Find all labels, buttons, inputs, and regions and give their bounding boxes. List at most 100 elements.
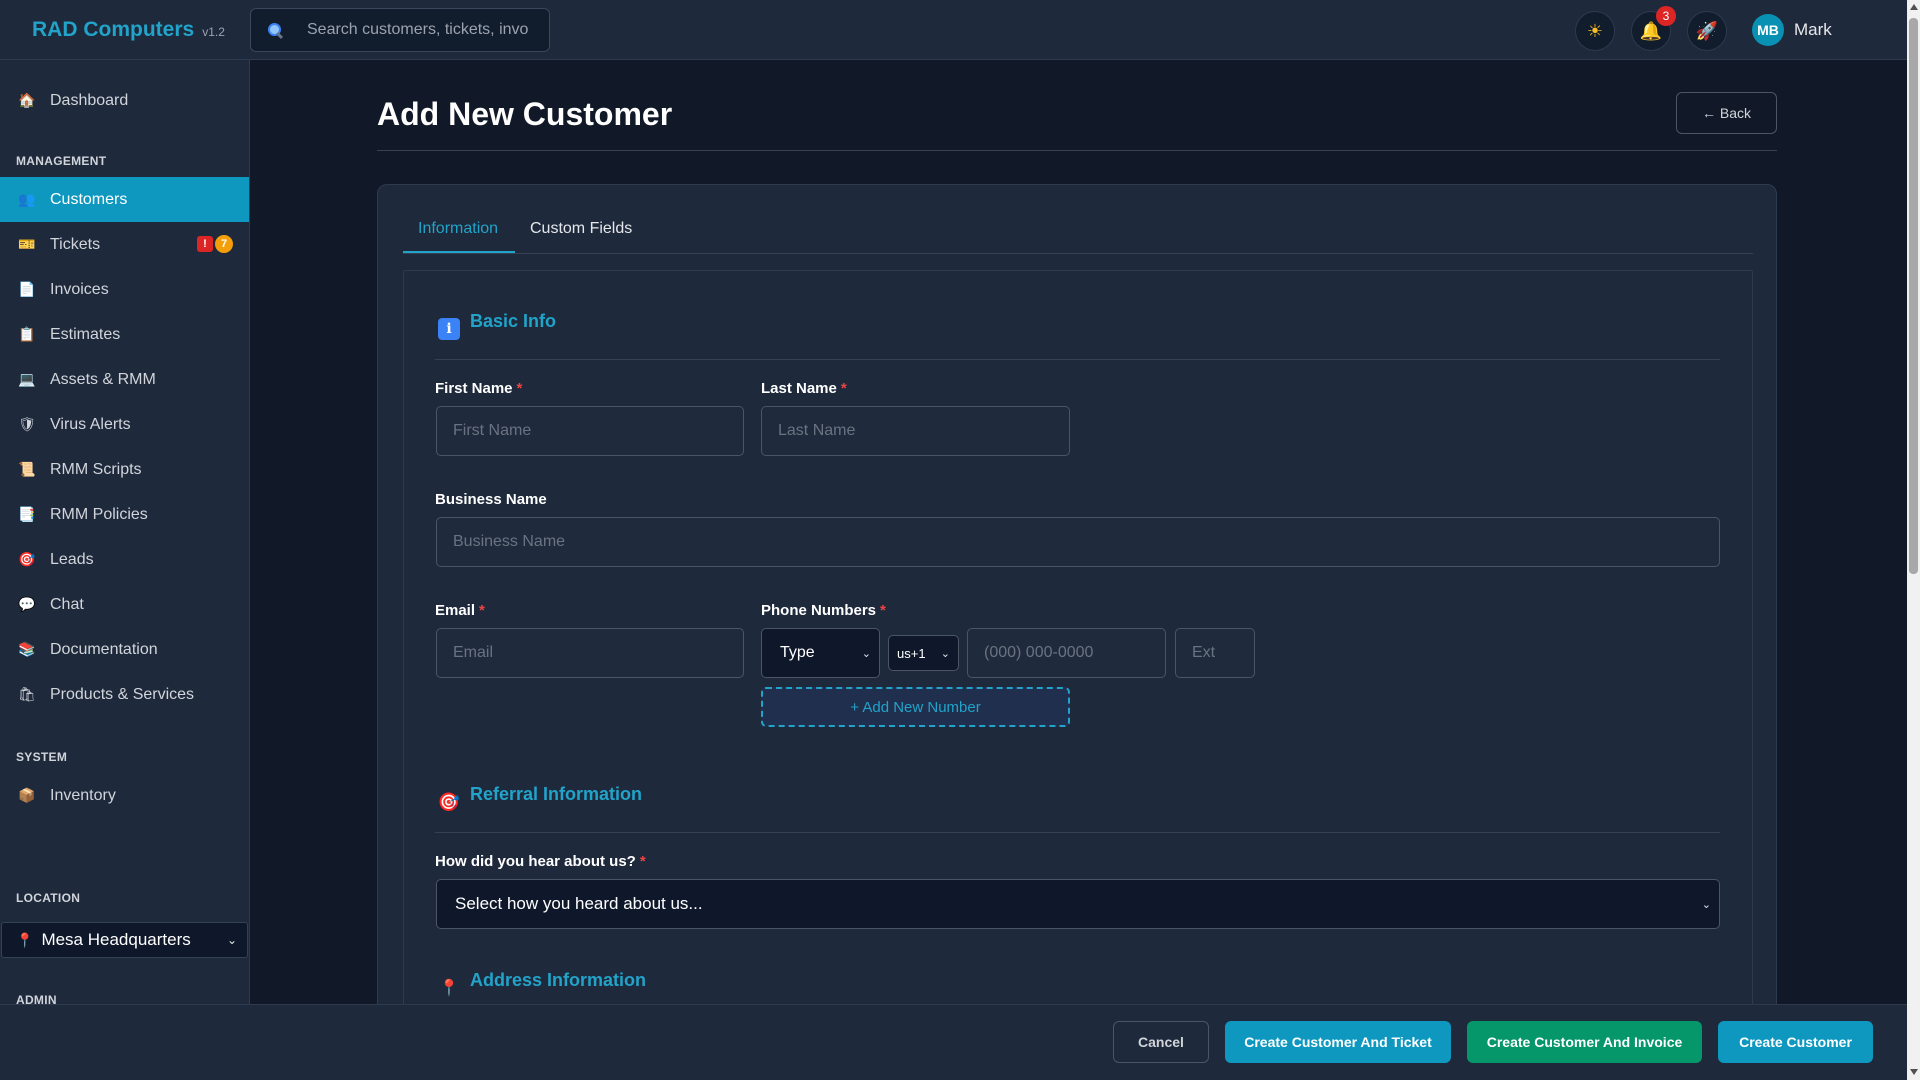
required-mark: *: [880, 602, 886, 619]
add-new-number-button[interactable]: + Add New Number: [761, 687, 1070, 727]
divider: [435, 359, 1720, 360]
create-customer-and-ticket-button[interactable]: Create Customer And Ticket: [1225, 1021, 1451, 1063]
phone-country-select[interactable]: us+1 ⌄: [888, 635, 959, 671]
first-name-label: First Name *: [435, 380, 522, 397]
label-text: First Name: [435, 380, 513, 397]
sidebar: 🏠 Dashboard MANAGEMENT 👥 Customers 🎫 Tic…: [0, 60, 250, 1004]
sidebar-item-label: Inventory: [50, 786, 116, 804]
pin-icon: 📍: [16, 931, 34, 948]
referral-source-value: Select how you heard about us...: [455, 894, 703, 913]
sidebar-item-leads[interactable]: 🎯 Leads: [0, 537, 249, 582]
ticket-icon: 🎫: [18, 236, 36, 252]
scroll-up-arrow-icon[interactable]: [1910, 4, 1918, 10]
notification-count-badge: 3: [1656, 6, 1676, 26]
sidebar-item-label: Tickets: [50, 235, 101, 253]
sidebar-section-system: SYSTEM: [16, 750, 68, 764]
last-name-field[interactable]: [761, 406, 1070, 456]
page-title: Add New Customer: [377, 96, 673, 132]
cancel-button[interactable]: Cancel: [1113, 1021, 1209, 1063]
sidebar-item-rmm-policies[interactable]: 📑 RMM Policies: [0, 492, 249, 537]
quick-launch-button[interactable]: 🚀: [1687, 11, 1727, 51]
info-icon: i: [438, 318, 460, 340]
tab-information[interactable]: Information: [418, 220, 498, 238]
sidebar-item-dashboard[interactable]: 🏠 Dashboard: [0, 78, 249, 123]
laptop-icon: 💻: [18, 371, 36, 387]
label-text: Email: [435, 602, 476, 619]
sidebar-item-estimates[interactable]: 📋 Estimates: [0, 312, 249, 357]
search-icon: [267, 22, 283, 38]
chevron-down-icon: ⌄: [1701, 898, 1711, 911]
sidebar-item-products-services[interactable]: 🛍 Products & Services: [0, 672, 249, 717]
search-input[interactable]: [307, 21, 539, 39]
sidebar-item-label: Documentation: [50, 640, 158, 658]
basic-info-heading: i Basic Info: [438, 311, 556, 340]
address-heading: 📍 Address Information: [438, 970, 646, 999]
email-field[interactable]: [436, 628, 744, 678]
business-name-field[interactable]: [436, 517, 1720, 567]
tabs-divider: [403, 253, 1753, 254]
sidebar-item-tickets[interactable]: 🎫 Tickets ! 7: [0, 222, 249, 267]
sidebar-item-assets-rmm[interactable]: 💻 Assets & RMM: [0, 357, 249, 402]
scroll-down-arrow-icon[interactable]: [1910, 1069, 1918, 1075]
phone-country-value: us+1: [897, 645, 926, 661]
sidebar-item-chat[interactable]: 💬 Chat: [0, 582, 249, 627]
scroll-icon: 📜: [18, 461, 36, 477]
rocket-icon: 🚀: [1695, 20, 1719, 41]
clipboard-icon: 📋: [18, 326, 36, 342]
sidebar-item-label: Products & Services: [50, 685, 195, 703]
theme-toggle-button[interactable]: ☀: [1575, 11, 1615, 51]
notifications-button[interactable]: 🔔 3: [1631, 6, 1676, 51]
create-customer-and-invoice-button[interactable]: Create Customer And Invoice: [1467, 1021, 1702, 1063]
sidebar-item-virus-alerts[interactable]: 🛡 Virus Alerts: [0, 402, 249, 447]
avatar: MB: [1752, 14, 1784, 46]
location-value: Mesa Headquarters: [41, 930, 191, 949]
label-text: Business Name: [435, 491, 547, 508]
sidebar-item-label: RMM Scripts: [50, 460, 142, 478]
sidebar-item-label: RMM Policies: [50, 505, 148, 523]
first-name-field[interactable]: [436, 406, 744, 456]
back-button[interactable]: ← Back: [1676, 92, 1777, 134]
ticket-alert-badge: !: [197, 236, 213, 252]
house-icon: 🏠: [18, 92, 36, 108]
chevron-down-icon: ⌄: [861, 647, 871, 660]
app-version: v1.2: [202, 25, 225, 39]
sidebar-item-invoices[interactable]: 📄 Invoices: [0, 267, 249, 312]
top-bar: RAD Computers v1.2 ☀ 🔔 3 🚀 MB Mark: [0, 0, 1907, 60]
books-icon: 📚: [18, 641, 36, 657]
create-customer-button[interactable]: Create Customer: [1718, 1021, 1873, 1063]
user-name: Mark: [1794, 20, 1832, 39]
shield-icon: 🛡: [18, 416, 36, 432]
target-icon: 🎯: [18, 551, 36, 567]
ticket-badges: ! 7: [197, 235, 233, 253]
people-icon: 👥: [18, 191, 36, 207]
sidebar-item-documentation[interactable]: 📚 Documentation: [0, 627, 249, 672]
package-icon: 📦: [18, 787, 36, 803]
policy-icon: 📑: [18, 506, 36, 522]
sidebar-section-management: MANAGEMENT: [16, 154, 107, 168]
phone-numbers-label: Phone Numbers *: [761, 602, 886, 619]
phone-ext-field[interactable]: [1175, 628, 1255, 678]
chat-bubble-icon: 💬: [18, 596, 36, 612]
referral-source-select[interactable]: Select how you heard about us... ⌄: [436, 879, 1720, 929]
user-menu[interactable]: MB Mark: [1752, 14, 1832, 46]
required-mark: *: [840, 380, 847, 397]
required-mark: *: [639, 853, 646, 870]
brand[interactable]: RAD Computers v1.2: [32, 18, 225, 42]
phone-type-select[interactable]: Type ⌄: [761, 628, 880, 678]
label-text: Phone Numbers: [761, 602, 877, 619]
sidebar-item-inventory[interactable]: 📦 Inventory: [0, 773, 249, 818]
tab-custom-fields[interactable]: Custom Fields: [530, 220, 632, 238]
active-tab-indicator: [403, 251, 515, 253]
section-title: Basic Info: [470, 310, 557, 331]
target-icon: 🎯: [437, 791, 461, 812]
label-text: How did you hear about us?: [435, 853, 636, 870]
global-search[interactable]: [250, 8, 550, 52]
ticket-count-badge: 7: [215, 235, 233, 253]
app-name: RAD Computers: [32, 18, 195, 41]
sidebar-item-customers[interactable]: 👥 Customers: [0, 177, 249, 222]
phone-number-field[interactable]: [967, 628, 1166, 678]
location-select[interactable]: 📍 Mesa Headquarters ⌄: [1, 922, 248, 958]
scrollbar-thumb[interactable]: [1909, 18, 1918, 574]
sidebar-item-rmm-scripts[interactable]: 📜 RMM Scripts: [0, 447, 249, 492]
page-scrollbar[interactable]: [1907, 0, 1920, 1080]
